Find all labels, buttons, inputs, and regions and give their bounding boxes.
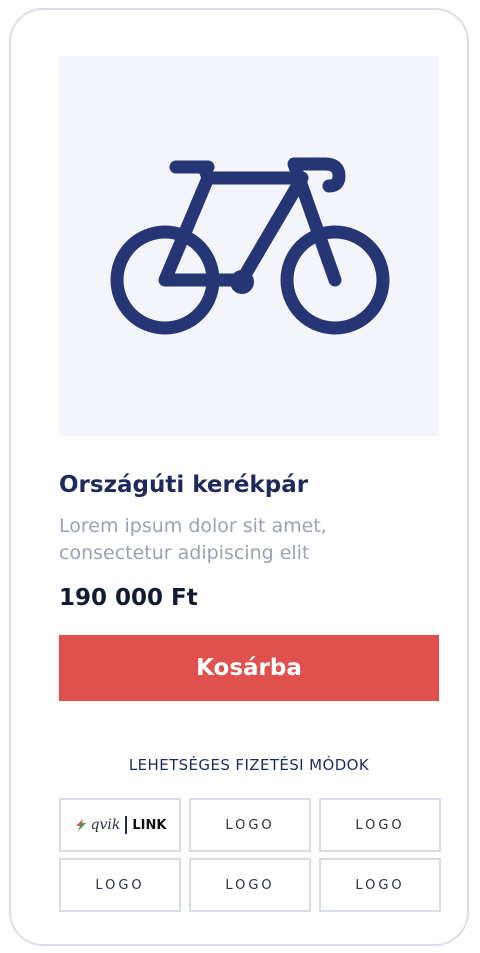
payment-logo: LOGO xyxy=(319,798,441,852)
payment-logos-grid: qvik LINK LOGO LOGO LOGO LOGO LOGO xyxy=(59,798,441,912)
bicycle-icon xyxy=(110,157,390,335)
payment-logo: LOGO xyxy=(189,858,311,912)
payment-methods-title: LEHETSÉGES FIZETÉSI MÓDOK xyxy=(128,756,370,774)
payment-logo: LOGO xyxy=(59,858,181,912)
product-title: Országúti kerékpár xyxy=(59,472,309,498)
qvik-flag-icon xyxy=(75,819,86,831)
qvik-logo-link: LINK xyxy=(132,817,167,833)
qvik-logo-word: qvik xyxy=(90,817,121,833)
payment-logo: LOGO xyxy=(319,858,441,912)
product-price: 190 000 Ft xyxy=(59,585,198,611)
qvik-link-logo: qvik LINK xyxy=(59,798,181,852)
product-card: Országúti kerékpár Lorem ipsum dolor sit… xyxy=(9,8,469,946)
payment-logo: LOGO xyxy=(189,798,311,852)
qvik-logo-divider xyxy=(125,816,128,834)
product-image xyxy=(59,56,439,436)
product-description: Lorem ipsum dolor sit amet, consectetur … xyxy=(59,515,327,564)
add-to-cart-button[interactable]: Kosárba xyxy=(59,635,439,701)
